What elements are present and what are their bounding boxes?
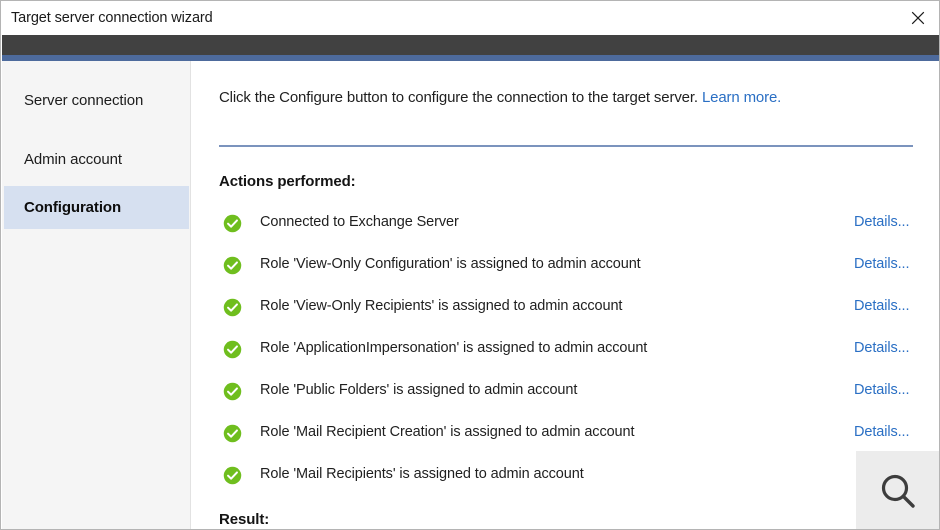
sidebar-item-label: Admin account	[24, 151, 122, 168]
success-check-icon	[223, 382, 242, 401]
details-link[interactable]: Details...	[854, 256, 910, 272]
details-link[interactable]: Details...	[854, 298, 910, 314]
action-row: Role 'Public Folders' is assigned to adm…	[191, 373, 939, 415]
search-icon	[881, 474, 915, 508]
action-label: Connected to Exchange Server	[260, 214, 459, 230]
sidebar-item-label: Server connection	[24, 92, 144, 109]
action-row: Connected to Exchange Server Details...	[191, 205, 939, 247]
action-row: Role 'View-Only Recipients' is assigned …	[191, 289, 939, 331]
sidebar-item-configuration[interactable]: Configuration	[4, 186, 189, 229]
success-check-icon	[223, 298, 242, 317]
actions-performed-heading: Actions performed:	[219, 173, 356, 190]
action-label: Role 'Public Folders' is assigned to adm…	[260, 382, 578, 398]
sidebar: Server connection Admin account Configur…	[2, 61, 191, 529]
success-check-icon	[223, 256, 242, 275]
action-label: Role 'View-Only Recipients' is assigned …	[260, 298, 623, 314]
window-title: Target server connection wizard	[11, 10, 213, 26]
details-link[interactable]: Details...	[854, 340, 910, 356]
sidebar-item-admin-account[interactable]: Admin account	[4, 138, 189, 181]
action-label: Role 'ApplicationImpersonation' is assig…	[260, 340, 648, 356]
close-button[interactable]	[895, 1, 939, 34]
action-row: Role 'View-Only Configuration' is assign…	[191, 247, 939, 289]
header-band	[2, 35, 939, 55]
actions-list: Connected to Exchange Server Details... …	[191, 205, 939, 499]
intro-text-line: Click the Configure button to configure …	[219, 89, 781, 106]
action-row: Role 'ApplicationImpersonation' is assig…	[191, 331, 939, 373]
details-link[interactable]: Details...	[854, 382, 910, 398]
action-label: Role 'Mail Recipient Creation' is assign…	[260, 424, 635, 440]
close-icon	[911, 11, 925, 24]
section-divider	[219, 145, 913, 147]
success-check-icon	[223, 340, 242, 359]
result-heading: Result:	[219, 511, 270, 528]
main-content: Click the Configure button to configure …	[191, 61, 939, 529]
sidebar-item-label: Configuration	[24, 199, 122, 216]
success-check-icon	[223, 214, 242, 233]
action-label: Role 'View-Only Configuration' is assign…	[260, 256, 641, 272]
action-row: Role 'Mail Recipient Creation' is assign…	[191, 415, 939, 457]
action-label: Role 'Mail Recipients' is assigned to ad…	[260, 466, 584, 482]
action-row: Role 'Mail Recipients' is assigned to ad…	[191, 457, 939, 499]
success-check-icon	[223, 466, 242, 485]
details-link[interactable]: Details...	[854, 214, 910, 230]
magnifier-overlay[interactable]	[856, 451, 939, 529]
success-check-icon	[223, 424, 242, 443]
learn-more-link[interactable]: Learn more.	[702, 89, 781, 106]
intro-text: Click the Configure button to configure …	[219, 89, 698, 106]
title-bar: Target server connection wizard	[1, 1, 939, 35]
details-link[interactable]: Details...	[854, 424, 910, 440]
wizard-window: Target server connection wizard Server c…	[0, 0, 940, 530]
sidebar-item-server-connection[interactable]: Server connection	[4, 79, 189, 122]
